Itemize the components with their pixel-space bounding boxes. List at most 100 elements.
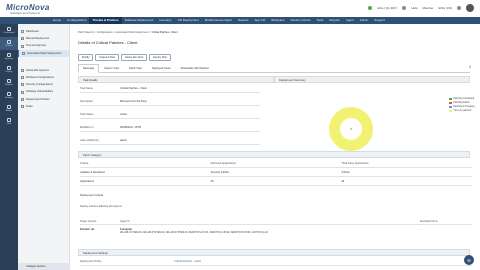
item-icon	[21, 105, 24, 109]
delete-run-now-button[interactable]: Delete Run Now	[121, 54, 148, 61]
header-member[interactable]: Member	[422, 6, 433, 10]
side-item-manual-deployment[interactable]: Manual Deployment	[18, 35, 69, 42]
help-icon[interactable]	[402, 6, 407, 10]
rail-help[interactable]: Help	[0, 115, 18, 128]
detail-row-status: Task Status Active	[80, 111, 260, 119]
tab-bar: Summary System View Patch View Deployed …	[78, 64, 470, 73]
detail-row-modified-by: Last modified by admin	[80, 137, 260, 145]
side-item-automated-patch-deployment[interactable]: Automated Patch Deployment	[18, 49, 69, 57]
dashboard-icon	[7, 27, 11, 31]
nav-behaviors[interactable]: Behaviors	[268, 17, 287, 24]
deployment-criteria-note: Deploy patches affecting all systems	[80, 205, 122, 208]
nav-configurations[interactable]: Configurations	[64, 17, 89, 24]
rail-systems[interactable]: Systems	[0, 50, 18, 63]
nav-inventory[interactable]: Inventory	[156, 17, 174, 24]
suspend-task-button[interactable]: Suspend Task	[95, 54, 120, 61]
side-item-test-approve[interactable]: Test and Approve	[18, 42, 69, 49]
nav-device-control[interactable]: Device Control	[288, 17, 314, 24]
breadcrumb-current: Critical Patches - Client	[151, 31, 178, 34]
breadcrumb-path[interactable]: Patch Reports > Configurations > Automat…	[78, 31, 152, 34]
side-item-label: Software Vulnerabilities	[26, 90, 54, 94]
rail-deploy[interactable]: Deploy	[0, 63, 18, 76]
nav-os-deployment[interactable]: OS Deployment	[175, 17, 202, 24]
nav-software-deployment[interactable]: Software Deployment	[122, 17, 157, 24]
rail-label: Systems	[4, 58, 14, 60]
tab-deployed-views[interactable]: Deployed Views	[147, 64, 176, 72]
apply-to-title: Computer	[120, 228, 133, 231]
rail-admin[interactable]: Admin	[0, 102, 18, 115]
gear-icon	[7, 92, 11, 96]
item-icon	[21, 30, 24, 34]
rail-reports[interactable]: Reports	[0, 76, 18, 89]
side-item-deployment-policies[interactable]: Deployment Policies	[18, 96, 69, 103]
side-item-tasks[interactable]: Tasks	[18, 103, 69, 110]
nav-tools[interactable]: Tools	[313, 17, 326, 24]
collapse-section-button[interactable]: Collapse Section	[18, 263, 70, 270]
table-row: Updates & Deviations Security (Hotfix) C…	[80, 169, 472, 177]
side-item-label: Manual Deployment	[26, 37, 50, 41]
legend-swatch	[449, 97, 452, 101]
modify-button[interactable]: Modify	[78, 54, 94, 61]
side-item-dashboard[interactable]: Dashboard	[18, 28, 69, 35]
app-logo[interactable]: MicroNova Software and Systems	[6, 3, 50, 15]
side-item-label: Security Configurations	[26, 83, 53, 87]
patch-category-headers: Criteria Microsoft Applications Third Pa…	[80, 160, 472, 168]
rail-patches[interactable]: Patches	[0, 37, 18, 50]
tab-system-view[interactable]: System View	[99, 64, 124, 72]
donut-center-label: 0	[350, 127, 352, 131]
deploy-task-button[interactable]: Deploy Task	[149, 54, 171, 61]
detail-value: 06/28/2021, 16:55	[120, 126, 141, 129]
item-icon	[21, 44, 24, 48]
detail-key: Task Status	[80, 113, 94, 116]
nav-reports[interactable]: Reports	[235, 17, 252, 24]
apply-to-detail: AB-LAB-SYSTEM-01, AB-LAB-SYSTEM-02, AB-L…	[120, 232, 269, 234]
detail-value: Critical Patches - Client	[120, 87, 147, 90]
target-group: Domain: att	[80, 228, 95, 231]
detail-key: Last modified by	[80, 139, 99, 142]
side-item-label: Automated Patch Deployment	[27, 51, 62, 55]
admin-icon	[7, 105, 11, 109]
rail-label: Deploy	[5, 71, 13, 73]
status-icon[interactable]	[368, 6, 373, 10]
tab-downloads[interactable]: Downloads with Patches	[176, 64, 214, 72]
chat-icon[interactable]: ✉	[464, 255, 474, 265]
deployment-policy-link[interactable]: Critical Patches - Client	[174, 260, 201, 263]
tab-patch-view[interactable]: Patch View	[124, 64, 147, 72]
header-jobs[interactable]: Jobs | Q1 2017	[377, 6, 397, 10]
rail-settings[interactable]: Settings	[0, 89, 18, 102]
detail-value: admin	[120, 139, 128, 142]
table-row: Applications All All	[80, 178, 472, 186]
side-item-vulnerable-systems[interactable]: Vulnerable Systems	[18, 67, 69, 74]
rail-dashboard[interactable]: Dashboard	[0, 24, 18, 37]
item-icon	[22, 51, 25, 55]
deployment-settings-header: Deployment Settings	[78, 249, 470, 256]
systems-icon	[7, 53, 11, 57]
nav-mdm[interactable]: Mobile Device Mgmt	[202, 17, 235, 24]
target-table-header: Target Groups Apply To Excluded Items	[80, 218, 472, 225]
header-help[interactable]: Help	[411, 6, 417, 10]
side-item-label: Vulnerable Systems	[26, 68, 49, 72]
rail-label: Patches	[5, 45, 13, 47]
nav-support[interactable]: Support	[371, 17, 388, 24]
notification-icon[interactable]	[457, 6, 461, 10]
side-item-windows-config[interactable]: Windows Configurations	[18, 74, 69, 81]
detail-key: Deployment Policy	[80, 260, 102, 263]
nav-admin[interactable]: Admin	[357, 17, 372, 24]
nav-reports-2[interactable]: Reports	[326, 17, 343, 24]
tab-summary[interactable]: Summary	[78, 64, 100, 73]
icon-rail: Dashboard Patches Systems Deploy Reports…	[0, 24, 18, 270]
chart-legend: Patching Completed Patching Failed Patch…	[449, 97, 475, 113]
avatar[interactable]	[466, 4, 474, 12]
side-item-security-config[interactable]: Security Configurations	[18, 81, 69, 88]
nav-agent[interactable]: Agent	[343, 17, 357, 24]
nav-threats-patches[interactable]: Threats & Patches	[89, 17, 122, 24]
nav-home[interactable]: Home	[50, 17, 64, 24]
patch-icon	[7, 40, 11, 44]
legend-item[interactable]: Yet to be patched	[449, 109, 475, 113]
item-icon	[21, 37, 24, 41]
nav-app-ctrl[interactable]: App Ctrl	[251, 17, 268, 24]
header-language[interactable]: ENG (US)	[439, 6, 453, 10]
detail-key: Modified on	[80, 126, 94, 129]
export-icon[interactable]: ⇩	[469, 64, 472, 69]
side-item-software-vuln[interactable]: Software Vulnerabilities	[18, 88, 69, 95]
